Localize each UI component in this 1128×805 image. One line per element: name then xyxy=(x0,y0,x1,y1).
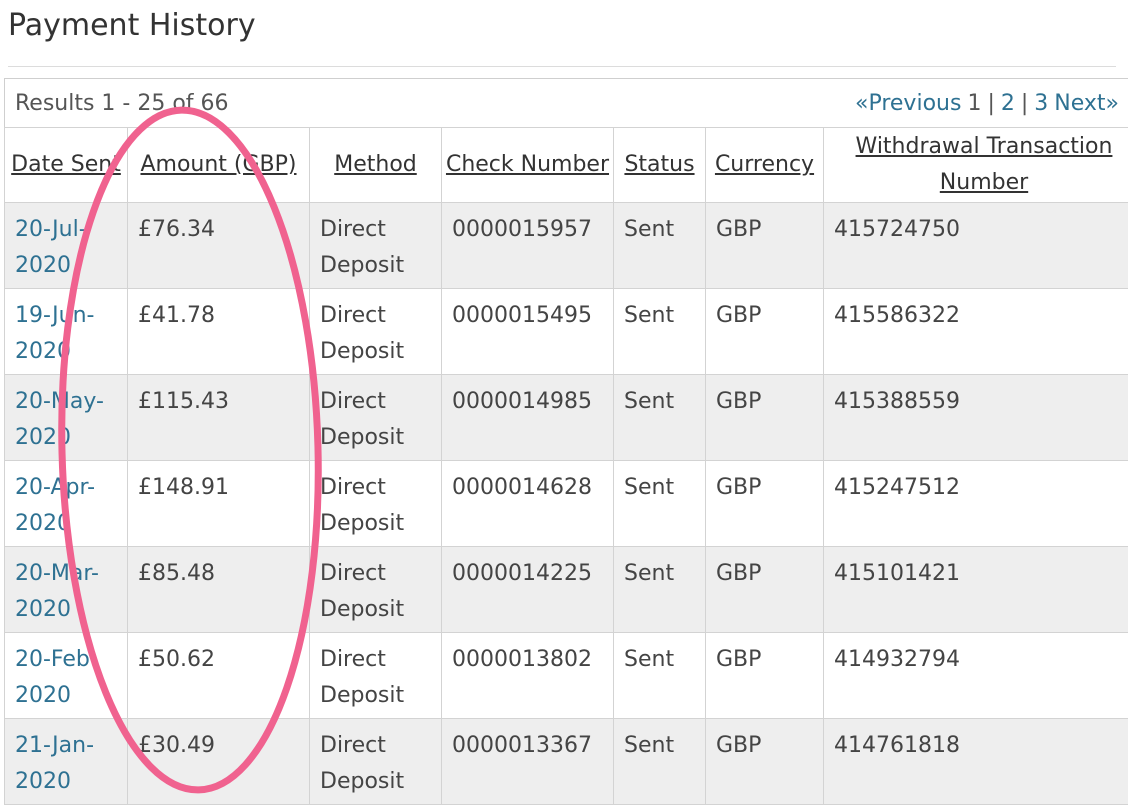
page-title: Payment History xyxy=(8,8,256,43)
date-link[interactable]: 19-Jun-2020 xyxy=(15,303,94,364)
cell-withdrawal: 414932794 xyxy=(823,632,1128,719)
cell-method: Direct Deposit xyxy=(309,374,442,461)
cell-status: Sent xyxy=(613,460,706,547)
cell-withdrawal: 415388559 xyxy=(823,374,1128,461)
cell-status: Sent xyxy=(613,288,706,375)
cell-withdrawal: 415586322 xyxy=(823,288,1128,375)
cell-method: Direct Deposit xyxy=(309,718,442,805)
table-row: 20-Mar-2020 £85.48 Direct Deposit 000001422… xyxy=(4,546,1128,633)
cell-status: Sent xyxy=(613,546,706,633)
cell-status: Sent xyxy=(613,718,706,805)
date-link[interactable]: 20-Jul-2020 xyxy=(15,217,87,278)
pagination-separator: | xyxy=(1020,90,1029,116)
cell-amount: £50.62 xyxy=(127,632,310,719)
cell-date[interactable]: 19-Jun-2020 xyxy=(4,288,128,375)
cell-date[interactable]: 20-Apr-2020 xyxy=(4,460,128,547)
column-header-method[interactable]: Method xyxy=(309,127,442,203)
cell-date[interactable]: 20-Mar-2020 xyxy=(4,546,128,633)
title-divider xyxy=(8,66,1116,67)
table-row: 20-Feb-2020 £50.62 Direct Deposit 000001380… xyxy=(4,632,1128,719)
cell-date[interactable]: 20-Jul-2020 xyxy=(4,202,128,289)
page-3-link[interactable]: 3 xyxy=(1034,91,1048,116)
date-link[interactable]: 20-Feb-2020 xyxy=(15,647,98,708)
table-row: 20-Apr-2020 £148.91 Direct Deposit 00000146… xyxy=(4,460,1128,547)
cell-amount: £148.91 xyxy=(127,460,310,547)
table-row: 20-Jul-2020 £76.34 Direct Deposit 000001595… xyxy=(4,202,1128,289)
cell-currency: GBP xyxy=(705,632,824,719)
cell-date[interactable]: 21-Jan-2020 xyxy=(4,718,128,805)
table-header-row: Date Sent Amount (GBP) Method Check Numb… xyxy=(4,127,1128,203)
table-row: 20-May-2020 £115.43 Direct Deposit 00000149… xyxy=(4,374,1128,461)
previous-page-link[interactable]: «Previous xyxy=(855,91,961,116)
cell-amount: £41.78 xyxy=(127,288,310,375)
cell-method: Direct Deposit xyxy=(309,546,442,633)
cell-check: 0000013367 xyxy=(441,718,614,805)
cell-amount: £115.43 xyxy=(127,374,310,461)
payment-history-page: Payment History Results 1 - 25 of 66 «Pr… xyxy=(0,0,1128,805)
cell-method: Direct Deposit xyxy=(309,460,442,547)
column-header-status[interactable]: Status xyxy=(613,127,706,203)
pagination: «Previous 1 | 2 | 3 Next» xyxy=(855,91,1119,116)
cell-withdrawal: 415247512 xyxy=(823,460,1128,547)
page-2-link[interactable]: 2 xyxy=(1001,91,1015,116)
payment-history-table: Date Sent Amount (GBP) Method Check Numb… xyxy=(4,127,1128,805)
cell-currency: GBP xyxy=(705,202,824,289)
cell-check: 0000015495 xyxy=(441,288,614,375)
cell-status: Sent xyxy=(613,374,706,461)
cell-method: Direct Deposit xyxy=(309,202,442,289)
results-summary: Results 1 - 25 of 66 xyxy=(15,90,229,116)
cell-check: 0000014225 xyxy=(441,546,614,633)
cell-currency: GBP xyxy=(705,546,824,633)
cell-currency: GBP xyxy=(705,718,824,805)
cell-method: Direct Deposit xyxy=(309,632,442,719)
next-page-link[interactable]: Next» xyxy=(1054,91,1119,116)
cell-amount: £76.34 xyxy=(127,202,310,289)
date-link[interactable]: 21-Jan-2020 xyxy=(15,733,94,794)
cell-check: 0000014985 xyxy=(441,374,614,461)
cell-date[interactable]: 20-Feb-2020 xyxy=(4,632,128,719)
cell-currency: GBP xyxy=(705,460,824,547)
cell-status: Sent xyxy=(613,202,706,289)
cell-status: Sent xyxy=(613,632,706,719)
table-row: 21-Jan-2020 £30.49 Direct Deposit 000001336… xyxy=(4,718,1128,805)
column-header-amount[interactable]: Amount (GBP) xyxy=(127,127,310,203)
cell-check: 0000014628 xyxy=(441,460,614,547)
column-header-withdrawal-transaction-number[interactable]: Withdrawal Transaction Number xyxy=(823,127,1128,203)
cell-check: 0000013802 xyxy=(441,632,614,719)
cell-date[interactable]: 20-May-2020 xyxy=(4,374,128,461)
current-page: 1 xyxy=(967,90,982,116)
cell-withdrawal: 415724750 xyxy=(823,202,1128,289)
date-link[interactable]: 20-Apr-2020 xyxy=(15,475,95,536)
column-header-check-number[interactable]: Check Number xyxy=(441,127,614,203)
cell-currency: GBP xyxy=(705,288,824,375)
cell-withdrawal: 415101421 xyxy=(823,546,1128,633)
date-link[interactable]: 20-Mar-2020 xyxy=(15,561,99,622)
column-header-currency[interactable]: Currency xyxy=(705,127,824,203)
cell-method: Direct Deposit xyxy=(309,288,442,375)
pagination-separator: | xyxy=(987,90,995,116)
cell-withdrawal: 414761818 xyxy=(823,718,1128,805)
cell-amount: £30.49 xyxy=(127,718,310,805)
results-bar: Results 1 - 25 of 66 «Previous 1 | 2 | 3… xyxy=(4,78,1128,128)
date-link[interactable]: 20-May-2020 xyxy=(15,389,104,450)
cell-amount: £85.48 xyxy=(127,546,310,633)
column-header-date[interactable]: Date Sent xyxy=(4,127,128,203)
cell-check: 0000015957 xyxy=(441,202,614,289)
table-row: 19-Jun-2020 £41.78 Direct Deposit 000001549… xyxy=(4,288,1128,375)
cell-currency: GBP xyxy=(705,374,824,461)
